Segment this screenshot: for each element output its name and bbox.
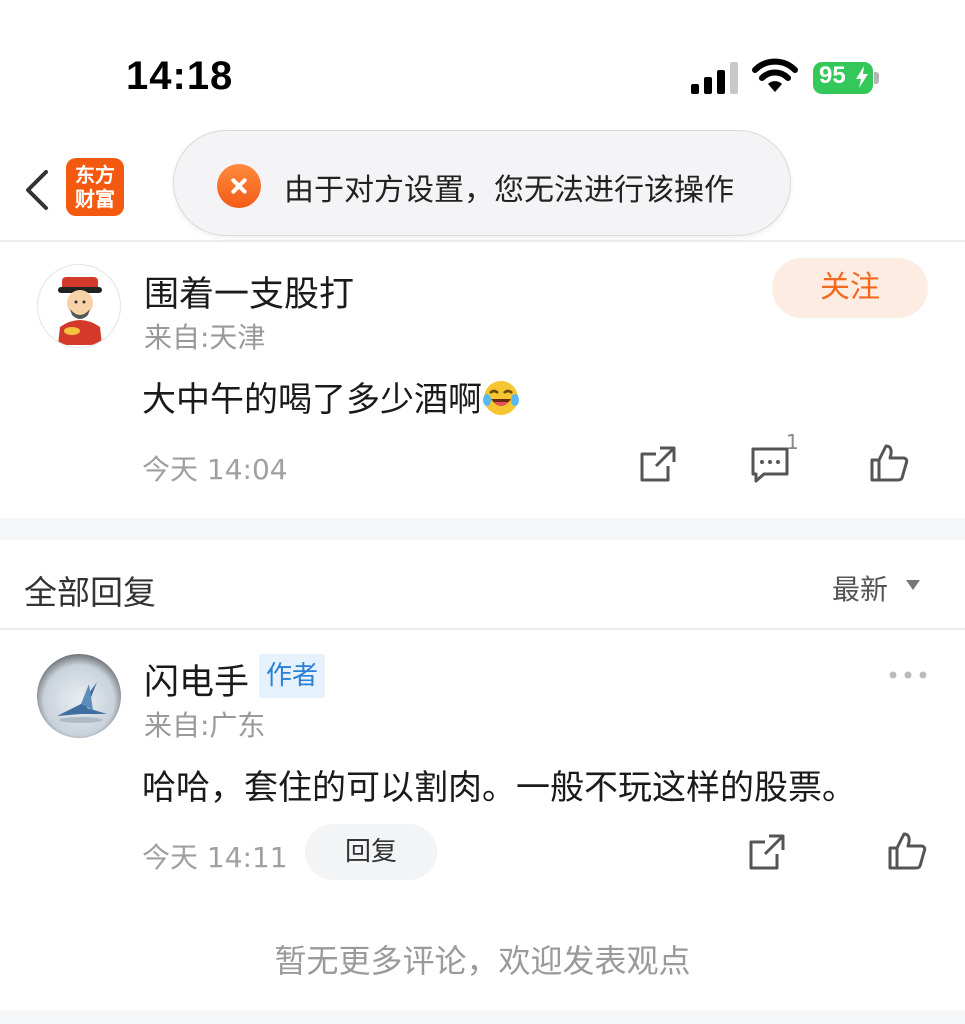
share-icon[interactable] <box>747 832 787 872</box>
more-icon[interactable] <box>888 670 928 680</box>
like-icon[interactable] <box>868 442 910 484</box>
avatar[interactable] <box>37 654 121 738</box>
battery-icon: 95 <box>813 60 879 96</box>
post-content: 大中午的喝了多少酒啊 <box>142 372 520 421</box>
like-icon[interactable] <box>886 830 928 872</box>
battery-level: 95 <box>819 62 846 89</box>
logo-line2: 财富 <box>75 187 115 211</box>
status-time: 14:18 <box>126 54 234 98</box>
signal-icon <box>691 62 738 94</box>
bottom-divider <box>0 1010 965 1024</box>
sort-dropdown[interactable]: 最新 <box>832 568 888 608</box>
reply-location: 来自:广东 <box>144 709 266 742</box>
post-location: 来自:天津 <box>144 321 266 354</box>
post-time: 今天 14:04 <box>142 453 288 486</box>
charging-bolt-icon <box>856 66 868 88</box>
post-text: 大中午的喝了多少酒啊 <box>142 380 482 420</box>
laughing-crying-emoji-icon <box>483 381 519 415</box>
error-x-icon <box>217 164 261 208</box>
avatar[interactable] <box>37 264 121 348</box>
reply-item: 闪电手 作者 来自:广东 哈哈，套住的可以割肉。一般不玩这样的股票。 今天 14… <box>0 632 965 902</box>
post-username[interactable]: 围着一支股打 <box>144 266 354 317</box>
reply-button[interactable]: 回复 <box>305 824 437 880</box>
status-bar: 14:18 95 <box>0 0 965 130</box>
chevron-left-icon[interactable] <box>22 168 52 212</box>
comment-icon[interactable] <box>750 446 790 484</box>
paper-crane-avatar-icon <box>37 654 121 738</box>
error-toast: 由于对方设置，您无法进行该操作 <box>173 130 791 236</box>
toast-message: 由于对方设置，您无法进行该操作 <box>284 173 734 208</box>
replies-title: 全部回复 <box>24 573 156 612</box>
god-of-wealth-avatar-icon <box>58 277 102 345</box>
no-more-comments: 暂无更多评论，欢迎发表观点 <box>274 942 691 980</box>
reply-time: 今天 14:11 <box>142 841 288 874</box>
follow-button[interactable]: 关注 <box>772 258 928 318</box>
post-card: 围着一支股打 来自:天津 关注 大中午的喝了多少酒啊 今天 14:04 1 <box>0 244 965 518</box>
app-logo[interactable]: 东方 财富 <box>66 158 124 216</box>
section-divider <box>0 518 965 540</box>
logo-line1: 东方 <box>75 163 115 187</box>
replies-header: 全部回复 最新 <box>0 540 965 630</box>
caret-down-icon[interactable] <box>906 580 920 590</box>
share-icon[interactable] <box>638 444 678 484</box>
comment-count: 1 <box>786 430 799 454</box>
reply-username[interactable]: 闪电手 <box>144 654 249 705</box>
reply-content: 哈哈，套住的可以割肉。一般不玩这样的股票。 <box>142 768 856 808</box>
author-badge: 作者 <box>259 654 325 698</box>
wifi-icon <box>752 58 798 92</box>
